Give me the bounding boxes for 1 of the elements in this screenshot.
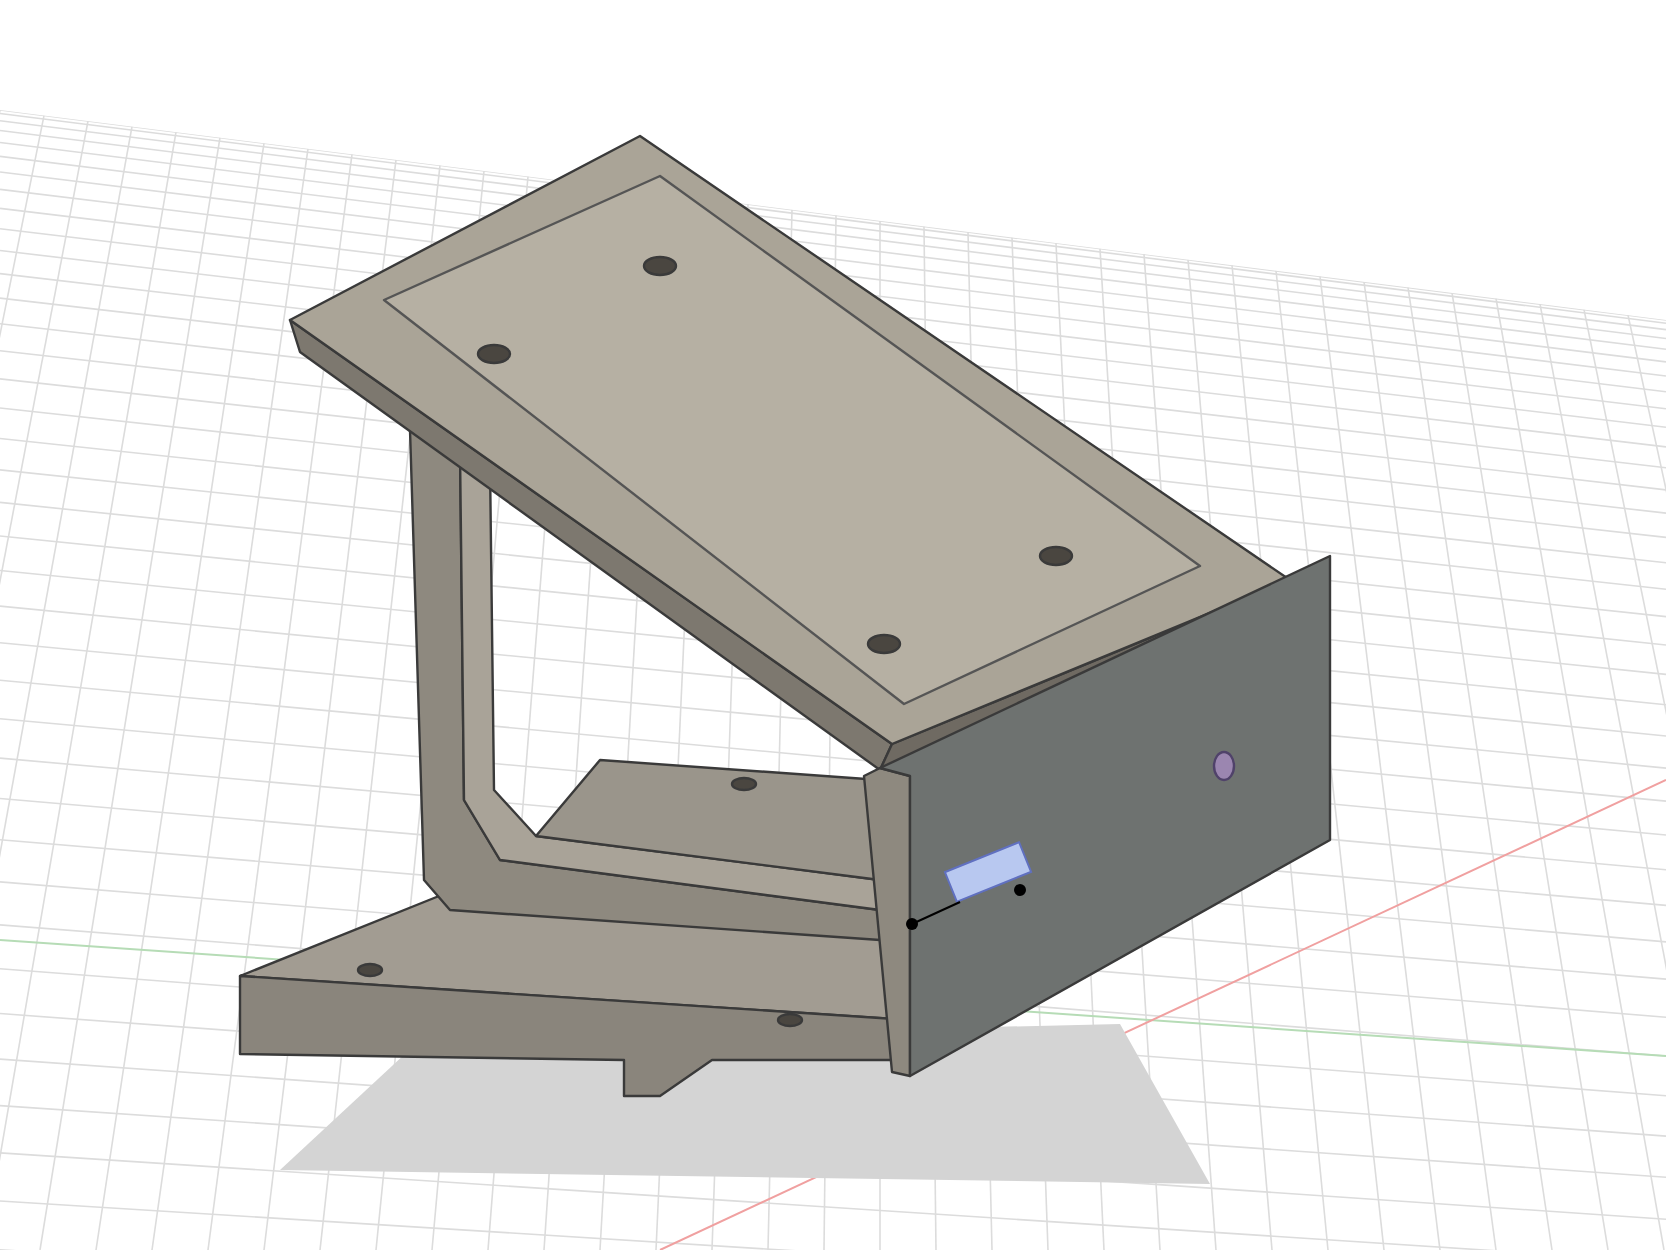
sketch-point-icon <box>906 840 1033 930</box>
